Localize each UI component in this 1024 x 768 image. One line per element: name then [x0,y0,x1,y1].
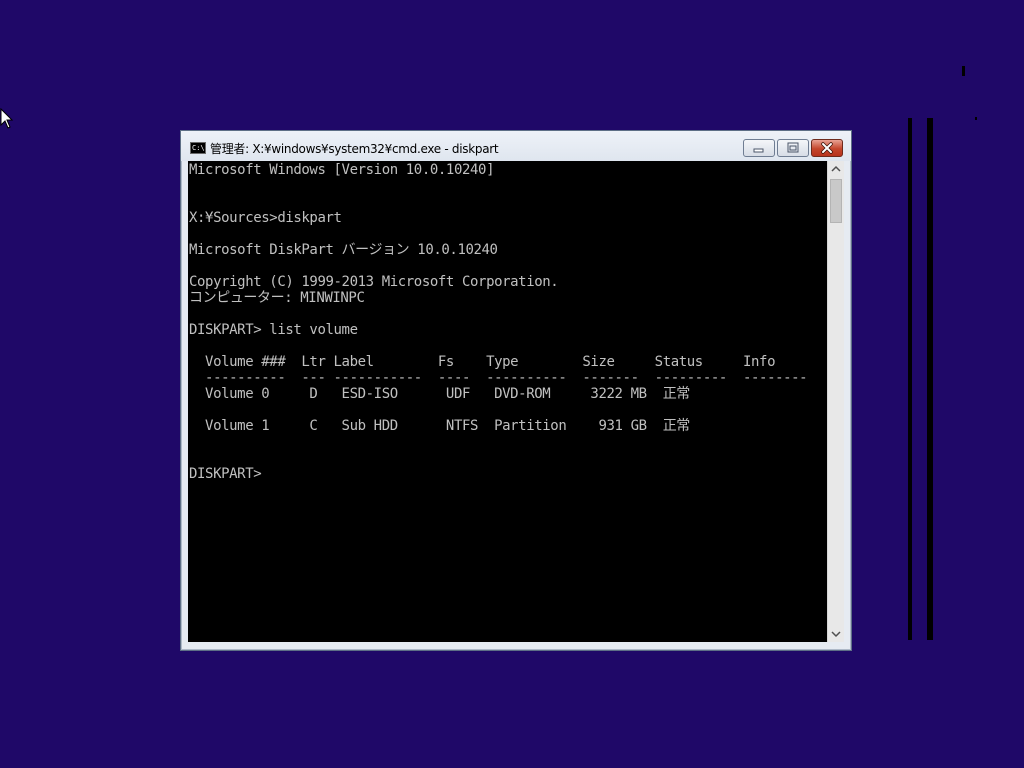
console-line: Volume 1 C Sub HDD NTFS Partition 931 GB… [189,418,690,434]
console-line: Microsoft Windows [Version 10.0.10240] [189,162,495,178]
window-title: 管理者: X:¥windows¥system32¥cmd.exe - diskp… [210,142,499,156]
close-button[interactable] [811,139,843,157]
console-line: Copyright (C) 1999-2013 Microsoft Corpor… [189,274,559,290]
console-line: ---------- --- ----------- ---- --------… [189,370,808,386]
restore-button[interactable] [777,139,809,157]
console-line: Microsoft DiskPart バージョン 10.0.10240 [189,242,498,258]
console-line: DISKPART> [189,466,262,482]
screen-artifact-dot [975,117,977,120]
scroll-thumb[interactable] [830,179,842,223]
console-output[interactable]: Microsoft Windows [Version 10.0.10240] X:… [188,161,827,642]
screen-artifact-dot [962,66,965,76]
console-line: Volume ### Ltr Label Fs Type Size Status… [189,354,776,370]
scroll-up-arrow-icon[interactable] [828,161,844,178]
desktop: C:\ 管理者: X:¥windows¥system32¥cmd.exe - d… [0,0,1024,768]
console-line: DISKPART> list volume [189,322,358,338]
console-line: Volume 0 D ESD-ISO UDF DVD-ROM 3222 MB 正… [189,386,690,402]
screen-artifact-bar [927,118,933,640]
console-line: コンピューター: MINWINPC [189,290,365,306]
command-prompt-window[interactable]: C:\ 管理者: X:¥windows¥system32¥cmd.exe - d… [180,130,852,651]
console-line: X:¥Sources>diskpart [189,210,342,226]
close-icon [821,142,833,154]
screen-artifact-bar [908,118,912,640]
minimize-button[interactable] [743,139,775,157]
title-bar[interactable]: C:\ 管理者: X:¥windows¥system32¥cmd.exe - d… [181,131,851,161]
console-text: Microsoft Windows [Version 10.0.10240] X:… [189,162,808,482]
scroll-down-arrow-icon[interactable] [828,625,844,642]
console-icon[interactable]: C:\ [190,142,206,154]
restore-icon [787,142,799,153]
mouse-cursor-icon [0,108,14,129]
vertical-scrollbar[interactable] [827,161,844,642]
minimize-icon [753,148,764,153]
